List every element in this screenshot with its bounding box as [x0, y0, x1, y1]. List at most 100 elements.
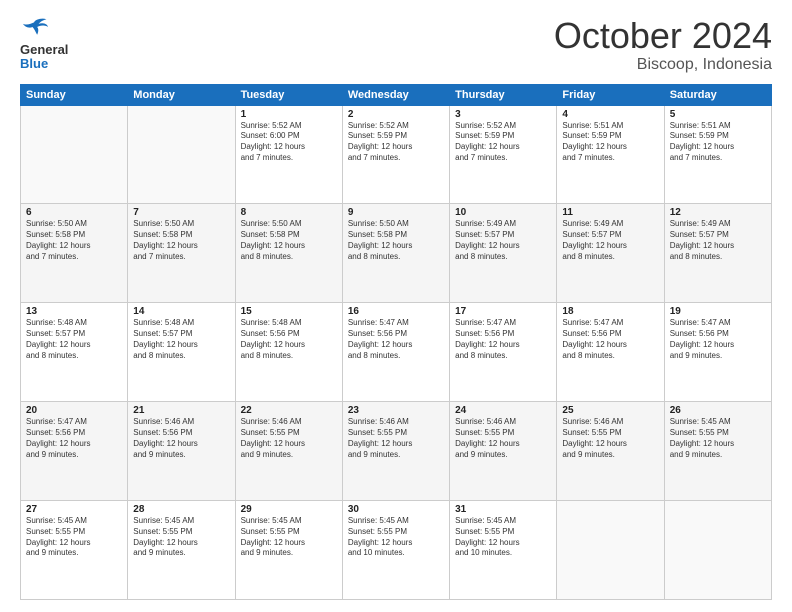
cell-day-number: 11 — [562, 207, 658, 218]
cell-info: Sunrise: 5:48 AM Sunset: 5:57 PM Dayligh… — [133, 318, 229, 361]
table-row: 4Sunrise: 5:51 AM Sunset: 5:59 PM Daylig… — [557, 105, 664, 204]
col-thursday: Thursday — [450, 84, 557, 105]
calendar-week-row: 13Sunrise: 5:48 AM Sunset: 5:57 PM Dayli… — [21, 303, 772, 402]
cell-info: Sunrise: 5:52 AM Sunset: 6:00 PM Dayligh… — [241, 121, 337, 164]
cell-info: Sunrise: 5:46 AM Sunset: 5:56 PM Dayligh… — [133, 417, 229, 460]
cell-info: Sunrise: 5:50 AM Sunset: 5:58 PM Dayligh… — [26, 219, 122, 262]
cell-day-number: 26 — [670, 405, 766, 416]
cell-day-number: 15 — [241, 306, 337, 317]
cell-info: Sunrise: 5:51 AM Sunset: 5:59 PM Dayligh… — [562, 121, 658, 164]
table-row: 7Sunrise: 5:50 AM Sunset: 5:58 PM Daylig… — [128, 204, 235, 303]
cell-day-number: 17 — [455, 306, 551, 317]
table-row: 2Sunrise: 5:52 AM Sunset: 5:59 PM Daylig… — [342, 105, 449, 204]
col-wednesday: Wednesday — [342, 84, 449, 105]
cell-day-number: 31 — [455, 504, 551, 515]
cell-info: Sunrise: 5:48 AM Sunset: 5:56 PM Dayligh… — [241, 318, 337, 361]
cell-info: Sunrise: 5:46 AM Sunset: 5:55 PM Dayligh… — [348, 417, 444, 460]
table-row: 15Sunrise: 5:48 AM Sunset: 5:56 PM Dayli… — [235, 303, 342, 402]
calendar-week-row: 27Sunrise: 5:45 AM Sunset: 5:55 PM Dayli… — [21, 501, 772, 600]
cell-day-number: 12 — [670, 207, 766, 218]
cell-info: Sunrise: 5:52 AM Sunset: 5:59 PM Dayligh… — [455, 121, 551, 164]
header: General Blue October 2024 Biscoop, Indon… — [20, 16, 772, 74]
table-row: 1Sunrise: 5:52 AM Sunset: 6:00 PM Daylig… — [235, 105, 342, 204]
cell-day-number: 1 — [241, 109, 337, 120]
table-row — [557, 501, 664, 600]
cell-day-number: 30 — [348, 504, 444, 515]
table-row: 6Sunrise: 5:50 AM Sunset: 5:58 PM Daylig… — [21, 204, 128, 303]
table-row: 5Sunrise: 5:51 AM Sunset: 5:59 PM Daylig… — [664, 105, 771, 204]
table-row: 22Sunrise: 5:46 AM Sunset: 5:55 PM Dayli… — [235, 402, 342, 501]
cell-day-number: 22 — [241, 405, 337, 416]
cell-day-number: 20 — [26, 405, 122, 416]
table-row — [664, 501, 771, 600]
table-row: 8Sunrise: 5:50 AM Sunset: 5:58 PM Daylig… — [235, 204, 342, 303]
table-row: 26Sunrise: 5:45 AM Sunset: 5:55 PM Dayli… — [664, 402, 771, 501]
table-row: 23Sunrise: 5:46 AM Sunset: 5:55 PM Dayli… — [342, 402, 449, 501]
table-row: 19Sunrise: 5:47 AM Sunset: 5:56 PM Dayli… — [664, 303, 771, 402]
table-row: 14Sunrise: 5:48 AM Sunset: 5:57 PM Dayli… — [128, 303, 235, 402]
cell-info: Sunrise: 5:50 AM Sunset: 5:58 PM Dayligh… — [133, 219, 229, 262]
table-row — [21, 105, 128, 204]
cell-info: Sunrise: 5:47 AM Sunset: 5:56 PM Dayligh… — [455, 318, 551, 361]
cell-day-number: 18 — [562, 306, 658, 317]
cell-day-number: 4 — [562, 109, 658, 120]
logo: General Blue — [20, 16, 68, 72]
table-row: 29Sunrise: 5:45 AM Sunset: 5:55 PM Dayli… — [235, 501, 342, 600]
cell-info: Sunrise: 5:49 AM Sunset: 5:57 PM Dayligh… — [670, 219, 766, 262]
cell-info: Sunrise: 5:49 AM Sunset: 5:57 PM Dayligh… — [455, 219, 551, 262]
col-monday: Monday — [128, 84, 235, 105]
table-row: 31Sunrise: 5:45 AM Sunset: 5:55 PM Dayli… — [450, 501, 557, 600]
cell-info: Sunrise: 5:46 AM Sunset: 5:55 PM Dayligh… — [562, 417, 658, 460]
cell-info: Sunrise: 5:50 AM Sunset: 5:58 PM Dayligh… — [241, 219, 337, 262]
table-row: 3Sunrise: 5:52 AM Sunset: 5:59 PM Daylig… — [450, 105, 557, 204]
cell-day-number: 28 — [133, 504, 229, 515]
table-row: 20Sunrise: 5:47 AM Sunset: 5:56 PM Dayli… — [21, 402, 128, 501]
col-sunday: Sunday — [21, 84, 128, 105]
cell-day-number: 23 — [348, 405, 444, 416]
cell-day-number: 24 — [455, 405, 551, 416]
page: General Blue October 2024 Biscoop, Indon… — [0, 0, 792, 612]
table-row: 13Sunrise: 5:48 AM Sunset: 5:57 PM Dayli… — [21, 303, 128, 402]
table-row: 12Sunrise: 5:49 AM Sunset: 5:57 PM Dayli… — [664, 204, 771, 303]
cell-info: Sunrise: 5:47 AM Sunset: 5:56 PM Dayligh… — [670, 318, 766, 361]
logo-blue: Blue — [20, 56, 48, 71]
cell-day-number: 14 — [133, 306, 229, 317]
table-row: 21Sunrise: 5:46 AM Sunset: 5:56 PM Dayli… — [128, 402, 235, 501]
cell-day-number: 27 — [26, 504, 122, 515]
cell-info: Sunrise: 5:47 AM Sunset: 5:56 PM Dayligh… — [26, 417, 122, 460]
table-row: 28Sunrise: 5:45 AM Sunset: 5:55 PM Dayli… — [128, 501, 235, 600]
calendar-week-row: 20Sunrise: 5:47 AM Sunset: 5:56 PM Dayli… — [21, 402, 772, 501]
table-row: 30Sunrise: 5:45 AM Sunset: 5:55 PM Dayli… — [342, 501, 449, 600]
cell-day-number: 7 — [133, 207, 229, 218]
table-row: 9Sunrise: 5:50 AM Sunset: 5:58 PM Daylig… — [342, 204, 449, 303]
calendar-header-row: Sunday Monday Tuesday Wednesday Thursday… — [21, 84, 772, 105]
cell-day-number: 19 — [670, 306, 766, 317]
cell-info: Sunrise: 5:47 AM Sunset: 5:56 PM Dayligh… — [562, 318, 658, 361]
logo-bird-icon — [20, 16, 48, 38]
cell-day-number: 8 — [241, 207, 337, 218]
cell-info: Sunrise: 5:46 AM Sunset: 5:55 PM Dayligh… — [241, 417, 337, 460]
cell-day-number: 5 — [670, 109, 766, 120]
calendar-week-row: 6Sunrise: 5:50 AM Sunset: 5:58 PM Daylig… — [21, 204, 772, 303]
cell-info: Sunrise: 5:49 AM Sunset: 5:57 PM Dayligh… — [562, 219, 658, 262]
cell-day-number: 3 — [455, 109, 551, 120]
cell-info: Sunrise: 5:45 AM Sunset: 5:55 PM Dayligh… — [455, 516, 551, 559]
cell-info: Sunrise: 5:45 AM Sunset: 5:55 PM Dayligh… — [348, 516, 444, 559]
cell-day-number: 10 — [455, 207, 551, 218]
cell-info: Sunrise: 5:48 AM Sunset: 5:57 PM Dayligh… — [26, 318, 122, 361]
cell-day-number: 21 — [133, 405, 229, 416]
table-row: 18Sunrise: 5:47 AM Sunset: 5:56 PM Dayli… — [557, 303, 664, 402]
logo-general: General — [20, 42, 68, 57]
cell-day-number: 2 — [348, 109, 444, 120]
page-title: October 2024 — [554, 16, 772, 56]
cell-day-number: 13 — [26, 306, 122, 317]
cell-info: Sunrise: 5:45 AM Sunset: 5:55 PM Dayligh… — [26, 516, 122, 559]
cell-info: Sunrise: 5:46 AM Sunset: 5:55 PM Dayligh… — [455, 417, 551, 460]
table-row: 25Sunrise: 5:46 AM Sunset: 5:55 PM Dayli… — [557, 402, 664, 501]
cell-day-number: 29 — [241, 504, 337, 515]
cell-info: Sunrise: 5:47 AM Sunset: 5:56 PM Dayligh… — [348, 318, 444, 361]
cell-info: Sunrise: 5:51 AM Sunset: 5:59 PM Dayligh… — [670, 121, 766, 164]
table-row: 24Sunrise: 5:46 AM Sunset: 5:55 PM Dayli… — [450, 402, 557, 501]
cell-info: Sunrise: 5:50 AM Sunset: 5:58 PM Dayligh… — [348, 219, 444, 262]
col-friday: Friday — [557, 84, 664, 105]
